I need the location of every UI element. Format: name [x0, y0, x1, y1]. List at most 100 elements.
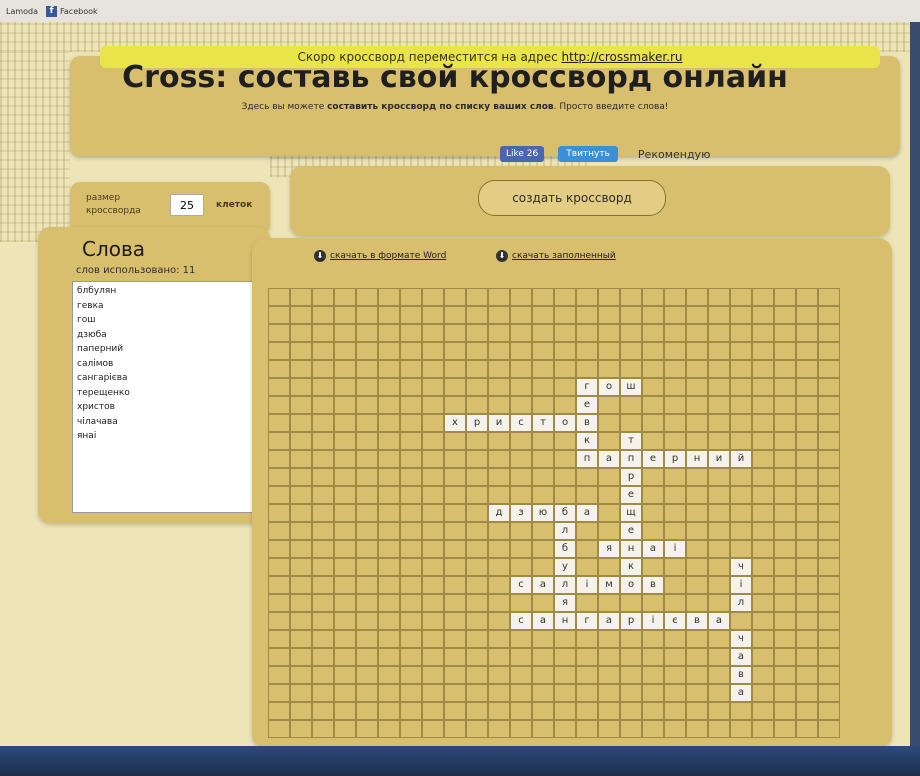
grid-cell: [532, 450, 554, 468]
grid-cell: [334, 522, 356, 540]
grid-cell: [378, 702, 400, 720]
grid-cell: [400, 504, 422, 522]
grid-cell: [664, 702, 686, 720]
grid-cell: [620, 396, 642, 414]
grid-cell: [444, 396, 466, 414]
grid-cell: [752, 504, 774, 522]
grid-cell: [290, 648, 312, 666]
grid-cell: [664, 594, 686, 612]
grid-cell: [532, 522, 554, 540]
social-buttons: Like 26 Твитнуть Рекомендую: [500, 146, 710, 162]
grid-letter-cell: л: [554, 522, 576, 540]
grid-cell: [774, 360, 796, 378]
grid-cell: [378, 288, 400, 306]
facebook-like-button[interactable]: Like 26: [500, 146, 545, 162]
grid-cell: [312, 432, 334, 450]
grid-cell: [708, 360, 730, 378]
grid-cell: [642, 468, 664, 486]
grid-cell: [422, 594, 444, 612]
grid-cell: [774, 702, 796, 720]
grid-cell: [312, 468, 334, 486]
grid-cell: [466, 576, 488, 594]
grid-cell: [796, 324, 818, 342]
grid-cell: [532, 378, 554, 396]
grid-cell: [818, 612, 840, 630]
grid-cell: [488, 306, 510, 324]
tweet-button[interactable]: Твитнуть: [558, 146, 618, 162]
grid-cell: [796, 558, 818, 576]
size-label: размер кроссворда: [86, 193, 141, 216]
grid-cell: [664, 486, 686, 504]
grid-letter-cell: а: [730, 684, 752, 702]
grid-cell: [400, 378, 422, 396]
grid-cell: [554, 378, 576, 396]
grid-cell: [356, 504, 378, 522]
grid-cell: [312, 540, 334, 558]
grid-cell: [774, 432, 796, 450]
grid-cell: [708, 630, 730, 648]
grid-cell: [444, 450, 466, 468]
grid-cell: [576, 486, 598, 504]
grid-cell: [356, 288, 378, 306]
grid-cell: [554, 702, 576, 720]
grid-cell: [554, 630, 576, 648]
grid-cell: [598, 360, 620, 378]
grid-cell: [356, 378, 378, 396]
download-filled-link[interactable]: ⬇ скачать заполненный: [496, 250, 616, 262]
bookmark-lamoda[interactable]: Lamoda: [6, 7, 38, 16]
grid-cell: [268, 576, 290, 594]
grid-cell: [400, 306, 422, 324]
grid-cell: [422, 720, 444, 738]
grid-cell: [730, 306, 752, 324]
grid-cell: [532, 468, 554, 486]
word-line: дзюба: [77, 329, 107, 340]
grid-cell: [488, 378, 510, 396]
create-crossword-button[interactable]: создать кроссворд: [478, 180, 666, 216]
grid-cell: [400, 594, 422, 612]
grid-cell: [378, 378, 400, 396]
grid-cell: [488, 522, 510, 540]
grid-cell: [268, 648, 290, 666]
grid-cell: [708, 594, 730, 612]
grid-letter-cell: и: [708, 450, 730, 468]
grid-cell: [290, 396, 312, 414]
bookmark-facebook[interactable]: f Facebook: [46, 5, 98, 17]
grid-cell: [444, 288, 466, 306]
grid-cell: [466, 450, 488, 468]
grid-cell: [532, 720, 554, 738]
grid-cell: [466, 720, 488, 738]
grid-cell: [334, 414, 356, 432]
grid-cell: [268, 594, 290, 612]
grid-cell: [686, 342, 708, 360]
grid-cell: [510, 594, 532, 612]
grid-cell: [664, 504, 686, 522]
grid-cell: [796, 720, 818, 738]
grid-cell: [290, 576, 312, 594]
grid-cell: [466, 396, 488, 414]
grid-cell: [796, 450, 818, 468]
download-word-link[interactable]: ⬇ скачать в формате Word: [314, 250, 446, 262]
grid-letter-cell: с: [510, 612, 532, 630]
grid-cell: [818, 684, 840, 702]
grid-cell: [598, 414, 620, 432]
grid-cell: [268, 522, 290, 540]
grid-cell: [422, 306, 444, 324]
grid-cell: [796, 486, 818, 504]
grid-cell: [642, 360, 664, 378]
grid-cell: [752, 540, 774, 558]
grid-cell: [378, 396, 400, 414]
recommend-link[interactable]: Рекомендую: [638, 148, 710, 161]
grid-cell: [444, 306, 466, 324]
facebook-icon: f: [46, 5, 58, 17]
grid-cell: [818, 432, 840, 450]
grid-cell: [334, 396, 356, 414]
grid-cell: [686, 594, 708, 612]
page-subtitle: Здесь вы можете составить кроссворд по с…: [0, 102, 910, 112]
grid-cell: [312, 594, 334, 612]
grid-cell: [554, 324, 576, 342]
grid-cell: [708, 504, 730, 522]
words-textarea[interactable]: блбулян гевка гош дзюба паперний салімов санга…: [72, 281, 266, 513]
grid-cell: [378, 486, 400, 504]
size-input[interactable]: [170, 194, 204, 216]
bookmark-facebook-label: Facebook: [60, 6, 98, 16]
